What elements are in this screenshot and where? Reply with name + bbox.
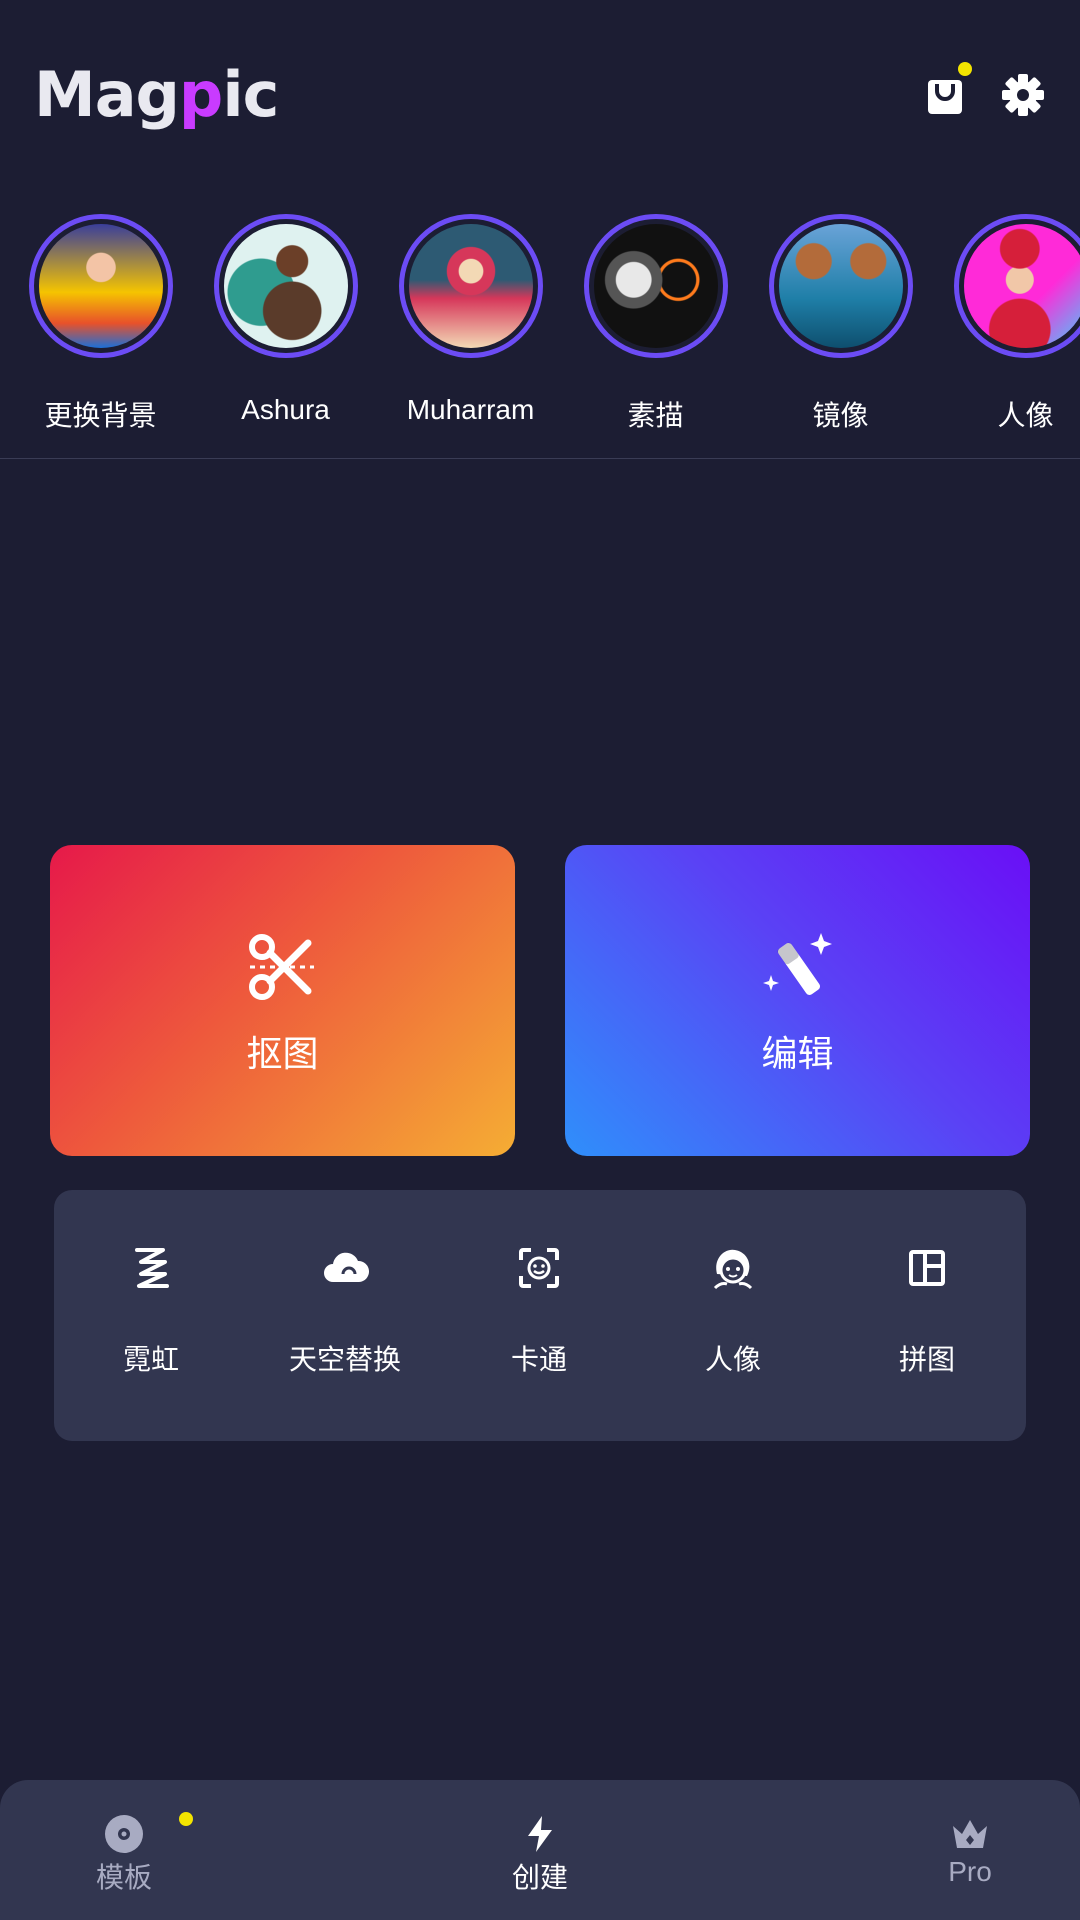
nav-notification-dot — [179, 1812, 193, 1826]
story-ring — [214, 214, 358, 358]
scissors-icon — [249, 934, 314, 1000]
magic-wand-icon — [763, 933, 832, 995]
tool-portrait[interactable]: 人像 — [636, 1190, 830, 1441]
story-label: 镜像 — [812, 400, 869, 431]
nav-create[interactable]: 创建 — [450, 1780, 630, 1920]
logo-text: Magpic — [34, 57, 279, 131]
story-ring — [584, 214, 728, 358]
tool-label: 天空替换 — [288, 1344, 401, 1375]
portrait-face-icon — [713, 1249, 753, 1290]
story-ring — [399, 214, 543, 358]
tool-collage[interactable]: 拼图 — [830, 1190, 1024, 1441]
story-carousel[interactable]: 更换背景 Ashura Muharram 素描 镜像 人像 — [0, 214, 1080, 444]
story-item-portrait[interactable]: 人像 — [933, 214, 1080, 444]
tool-label: 拼图 — [898, 1344, 955, 1375]
tool-sky-replace[interactable]: 天空替换 — [248, 1190, 442, 1441]
story-label: 更换背景 — [44, 400, 157, 431]
story-label: Muharram — [406, 394, 535, 425]
story-label: 素描 — [627, 400, 684, 431]
tool-neon[interactable]: 霓虹 — [54, 1190, 248, 1441]
tool-label: 人像 — [704, 1344, 761, 1375]
tool-label: 霓虹 — [122, 1344, 179, 1375]
story-item-mirror[interactable]: 镜像 — [748, 214, 933, 444]
cloud-icon — [324, 1252, 369, 1282]
story-thumbnail — [964, 224, 1080, 348]
story-thumbnail — [39, 224, 163, 348]
lightning-icon — [528, 1816, 552, 1852]
story-ring — [954, 214, 1080, 358]
shopping-bag-icon[interactable] — [922, 72, 968, 118]
collage-grid-icon — [909, 1250, 945, 1286]
nav-label: Pro — [948, 1856, 992, 1887]
nav-label: 模板 — [95, 1862, 152, 1893]
nav-pro[interactable]: Pro — [880, 1780, 1060, 1920]
tool-label: 卡通 — [510, 1344, 567, 1375]
cutout-label: 抠图 — [246, 1033, 319, 1074]
nav-label: 创建 — [511, 1862, 568, 1893]
tools-panel: 霓虹 天空替换 卡通 人像 拼图 — [54, 1190, 1026, 1441]
gear-icon[interactable] — [1000, 72, 1046, 118]
neon-zigzag-icon — [135, 1248, 169, 1288]
bottom-nav: 模板 创建 Pro — [0, 1780, 1080, 1920]
story-label: Ashura — [241, 394, 330, 425]
story-item-change-background[interactable]: 更换背景 — [8, 214, 193, 444]
cart-notification-dot — [958, 62, 972, 76]
logo-accent-letter: p — [178, 57, 223, 131]
tool-cartoon[interactable]: 卡通 — [442, 1190, 636, 1441]
cutout-button[interactable]: 抠图 — [50, 845, 515, 1156]
story-thumbnail — [224, 224, 348, 348]
story-label: 人像 — [997, 400, 1054, 431]
nav-templates[interactable]: 模板 — [34, 1780, 214, 1920]
edit-button[interactable]: 编辑 — [565, 845, 1030, 1156]
story-ring — [769, 214, 913, 358]
crown-icon — [953, 1820, 987, 1848]
edit-label: 编辑 — [761, 1033, 834, 1074]
story-item-muharram[interactable]: Muharram — [378, 214, 563, 444]
story-ring — [29, 214, 173, 358]
app-logo: Magpic — [34, 56, 279, 132]
story-thumbnail — [594, 224, 718, 348]
face-scan-icon — [519, 1248, 559, 1288]
template-disc-icon — [105, 1815, 143, 1853]
story-thumbnail — [409, 224, 533, 348]
section-divider — [0, 458, 1080, 459]
story-item-sketch[interactable]: 素描 — [563, 214, 748, 444]
story-item-ashura[interactable]: Ashura — [193, 214, 378, 444]
story-thumbnail — [779, 224, 903, 348]
